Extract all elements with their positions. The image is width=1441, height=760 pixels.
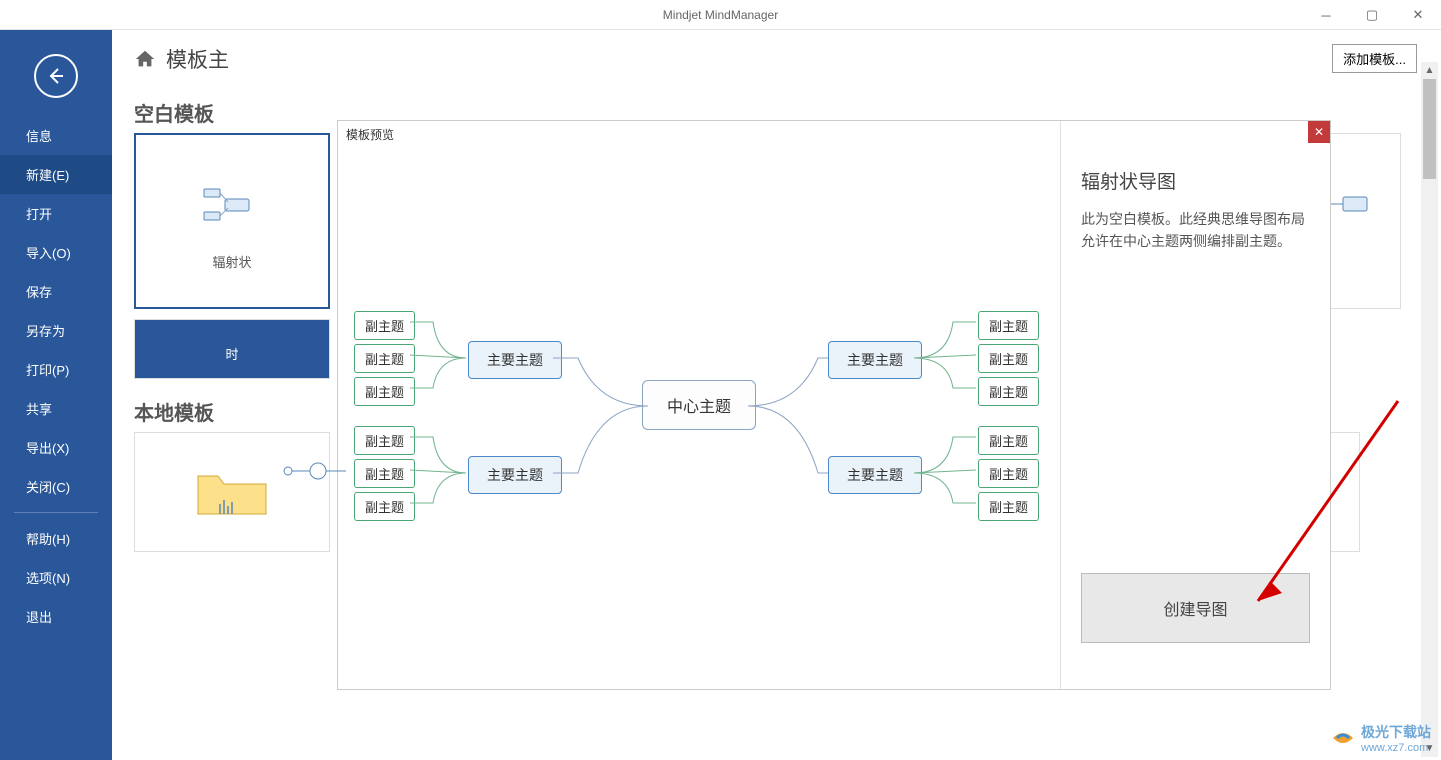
preview-canvas: 中心主题 主要主题 主要主题 主要主题 主要主题 副主题 副主题 副主题 副主题…: [338, 121, 1060, 689]
sidebar-item-exit[interactable]: 退出: [0, 597, 112, 636]
dialog-close-button[interactable]: ✕: [1308, 121, 1330, 143]
window-title: Mindjet MindManager: [663, 8, 778, 22]
template-card-label: 时: [225, 344, 238, 363]
sidebar-item-options[interactable]: 选项(N): [0, 558, 112, 597]
sidebar-item-import[interactable]: 导入(O): [0, 233, 112, 272]
relationship-handle: [278, 459, 348, 483]
mm-sub-node: 副主题: [354, 377, 415, 406]
arrow-left-icon: [46, 66, 66, 86]
mm-sub-node: 副主题: [978, 492, 1039, 521]
mm-sub-node: 副主题: [354, 344, 415, 373]
content-area: 模板主 添加模板... 空白模板 辐射状: [112, 30, 1441, 760]
sidebar-item-close[interactable]: 关闭(C): [0, 467, 112, 506]
mm-sub-node: 副主题: [978, 344, 1039, 373]
vertical-scrollbar[interactable]: ▲ ▼: [1421, 62, 1438, 757]
main-layout: 信息 新建(E) 打开 导入(O) 保存 另存为 打印(P) 共享 导出(X) …: [0, 30, 1441, 760]
titlebar: Mindjet MindManager ─ ▢ ✕: [0, 0, 1441, 30]
sidebar-item-saveas[interactable]: 另存为: [0, 311, 112, 350]
sidebar-item-new[interactable]: 新建(E): [0, 155, 112, 194]
info-description: 此为空白模板。此经典思维导图布局允许在中心主题两侧编排副主题。: [1081, 208, 1310, 253]
mm-main-node: 主要主题: [468, 456, 562, 494]
sidebar: 信息 新建(E) 打开 导入(O) 保存 另存为 打印(P) 共享 导出(X) …: [0, 30, 112, 760]
mm-sub-node: 副主题: [354, 459, 415, 488]
info-title: 辐射状导图: [1081, 167, 1310, 194]
sidebar-item-open[interactable]: 打开: [0, 194, 112, 233]
template-preview-dialog: 模板预览 ✕ 中心主题 主要主题 主要主题 主要主题 主要主题 副主题 副主题 …: [337, 120, 1331, 690]
mm-sub-node: 副主题: [354, 492, 415, 521]
page-title: 模板主: [166, 44, 229, 74]
mm-main-node: 主要主题: [468, 341, 562, 379]
folder-icon: [192, 462, 272, 522]
mm-sub-node: 副主题: [354, 311, 415, 340]
add-template-button[interactable]: 添加模板...: [1332, 44, 1417, 73]
mm-center-node: 中心主题: [642, 380, 756, 430]
sidebar-item-export[interactable]: 导出(X): [0, 428, 112, 467]
sidebar-item-info[interactable]: 信息: [0, 116, 112, 155]
sidebar-item-print[interactable]: 打印(P): [0, 350, 112, 389]
scroll-down-arrow[interactable]: ▼: [1421, 740, 1438, 757]
watermark: 极光下载站 www.xz7.com: [1329, 722, 1431, 754]
window-controls: ─ ▢ ✕: [1303, 0, 1441, 30]
close-button[interactable]: ✕: [1395, 0, 1441, 30]
mm-main-node: 主要主题: [828, 341, 922, 379]
mm-sub-node: 副主题: [978, 426, 1039, 455]
scroll-up-arrow[interactable]: ▲: [1421, 62, 1438, 79]
watermark-logo-icon: [1329, 724, 1357, 752]
sidebar-separator: [14, 512, 98, 513]
sidebar-item-save[interactable]: 保存: [0, 272, 112, 311]
mm-sub-node: 副主题: [978, 459, 1039, 488]
template-card-radial[interactable]: 辐射状: [134, 133, 330, 309]
template-card-label: 辐射状: [212, 252, 251, 271]
template-card-timeline[interactable]: 时: [134, 319, 330, 379]
local-template-card[interactable]: [134, 432, 330, 552]
mm-sub-node: 副主题: [354, 426, 415, 455]
mm-main-node: 主要主题: [828, 456, 922, 494]
maximize-button[interactable]: ▢: [1349, 0, 1395, 30]
sidebar-item-share[interactable]: 共享: [0, 389, 112, 428]
sidebar-item-help[interactable]: 帮助(H): [0, 519, 112, 558]
scroll-thumb[interactable]: [1423, 79, 1436, 179]
create-map-button[interactable]: 创建导图: [1081, 573, 1310, 643]
radial-thumb-icon: [200, 172, 264, 236]
page-header: 模板主: [112, 30, 1441, 80]
mm-sub-node: 副主题: [978, 377, 1039, 406]
back-button[interactable]: [34, 54, 78, 98]
home-icon[interactable]: [134, 48, 156, 70]
minimize-button[interactable]: ─: [1303, 0, 1349, 30]
info-panel: 辐射状导图 此为空白模板。此经典思维导图布局允许在中心主题两侧编排副主题。 创建…: [1060, 121, 1330, 689]
mm-sub-node: 副主题: [978, 311, 1039, 340]
